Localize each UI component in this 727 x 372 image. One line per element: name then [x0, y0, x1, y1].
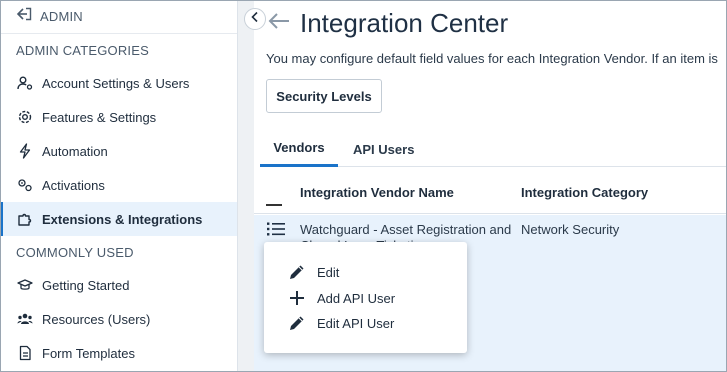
menu-item-edit[interactable]: Edit [288, 261, 339, 283]
user-gear-icon [17, 75, 33, 91]
back-to-admin[interactable]: ADMIN [0, 0, 237, 34]
column-header-vendor-name[interactable]: Integration Vendor Name [300, 185, 454, 200]
sidebar-item-automation[interactable]: Automation [0, 134, 237, 168]
arrow-left-box-icon [16, 7, 32, 26]
page-title: Integration Center [300, 8, 509, 38]
sidebar-item-resources-users[interactable]: Resources (Users) [0, 302, 237, 336]
sidebar-item-label: Extensions & Integrations [42, 211, 203, 227]
collapse-sidebar-button[interactable] [244, 8, 266, 30]
sidebar-divider [238, 0, 254, 372]
gear-icon [17, 109, 33, 125]
commonly-used-header: COMMONLY USED [16, 244, 134, 260]
sidebar: ADMIN ADMIN CATEGORIES Account Settings … [0, 0, 238, 372]
sidebar-item-label: Account Settings & Users [42, 75, 190, 91]
admin-categories-header: ADMIN CATEGORIES [16, 42, 149, 58]
sidebar-item-account-settings[interactable]: Account Settings & Users [0, 66, 237, 100]
sidebar-item-getting-started[interactable]: Getting Started [0, 268, 237, 302]
sidebar-item-label: Form Templates [42, 345, 135, 361]
sidebar-item-extensions-integrations[interactable]: Extensions & Integrations [0, 202, 237, 236]
menu-item-add-api-user[interactable]: Add API User [288, 287, 395, 309]
sidebar-item-features-settings[interactable]: Features & Settings [0, 100, 237, 134]
category-cell: Network Security [521, 222, 620, 237]
pencil-icon [288, 314, 306, 332]
tab-bar: Vendors API Users [260, 131, 727, 167]
menu-item-label: Add API User [317, 290, 396, 306]
admin-label: ADMIN [40, 9, 83, 24]
document-icon [17, 345, 33, 361]
puzzle-icon [17, 211, 33, 227]
security-levels-button[interactable]: Security Levels [266, 79, 382, 113]
graduation-cap-icon [17, 277, 33, 293]
sidebar-item-label: Activations [42, 177, 105, 193]
column-select-indicator [266, 204, 282, 206]
tab-vendors[interactable]: Vendors [260, 131, 338, 167]
back-arrow-icon[interactable] [268, 12, 290, 35]
sidebar-item-activations[interactable]: Activations [0, 168, 237, 202]
sidebar-item-form-templates[interactable]: Form Templates [0, 336, 237, 370]
menu-item-edit-api-user[interactable]: Edit API User [288, 312, 394, 334]
lightning-icon [17, 143, 33, 159]
sidebar-item-label: Resources (Users) [42, 311, 151, 327]
row-actions-menu: Edit Add API User Edit API User [264, 242, 467, 353]
sidebar-item-label: Features & Settings [42, 109, 157, 125]
activations-gears-icon [17, 177, 33, 193]
sidebar-item-label: Automation [42, 143, 108, 159]
row-actions-menu-icon[interactable] [266, 221, 286, 242]
column-header-category[interactable]: Integration Category [521, 185, 648, 200]
plus-icon [288, 289, 306, 307]
menu-item-label: Edit API User [317, 315, 395, 331]
users-icon [17, 311, 33, 327]
tab-api-users[interactable]: API Users [353, 131, 414, 167]
page-description: You may configure default field values f… [266, 51, 718, 66]
table-header: Integration Vendor Name Integration Cate… [254, 176, 727, 214]
menu-item-label: Edit [317, 264, 340, 280]
chevron-left-icon [250, 10, 260, 28]
pencil-icon [288, 263, 306, 281]
sidebar-item-label: Getting Started [42, 277, 130, 293]
page-header: Integration Center [268, 8, 508, 39]
